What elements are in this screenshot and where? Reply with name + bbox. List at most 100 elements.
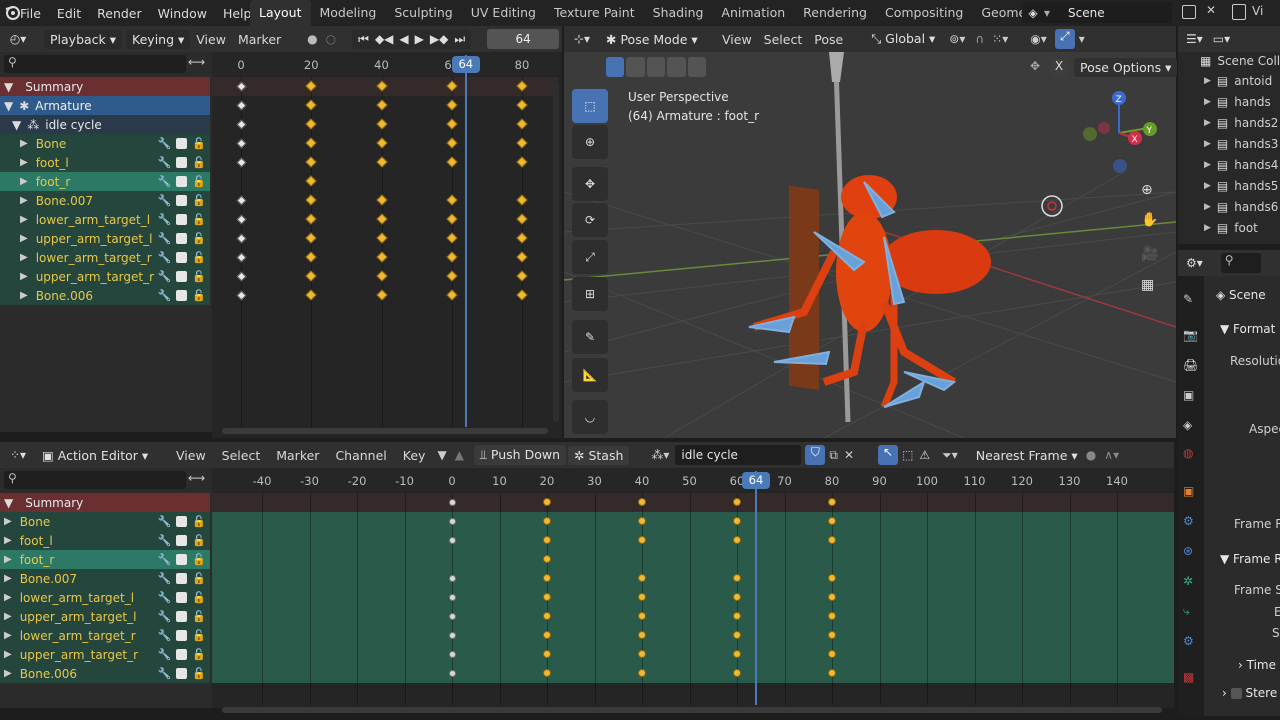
top-v-scrollbar[interactable] xyxy=(553,82,559,422)
unlink-action-icon[interactable]: ✕ xyxy=(844,448,854,462)
channel-row[interactable]: ▶ foot_l 🔧 🔓 xyxy=(0,153,210,172)
wrench-icon[interactable]: 🔧 xyxy=(158,251,172,264)
channel-row[interactable]: ▶ upper_arm_target_l 🔧 🔓 xyxy=(0,607,210,626)
bottom-h-scrollbar[interactable] xyxy=(222,707,1162,713)
keyframe[interactable] xyxy=(543,555,551,563)
keyframe[interactable] xyxy=(733,650,741,658)
editor-type-3d-icon[interactable]: ⊹▾ xyxy=(564,32,600,46)
keyframe[interactable] xyxy=(543,498,551,506)
play-icon[interactable]: ▶ xyxy=(415,32,424,47)
format-panel-header[interactable]: ▼ Format xyxy=(1220,322,1275,336)
wrench-icon[interactable]: 🔧 xyxy=(158,572,172,585)
filter-icon[interactable]: ⏷▾ xyxy=(942,448,958,463)
channel-row[interactable]: ▶ Bone 🔧 🔓 xyxy=(0,512,210,531)
ae-marker-menu[interactable]: Marker xyxy=(270,448,325,463)
wrench-icon[interactable]: 🔧 xyxy=(158,515,172,528)
expand-arrow-icon[interactable]: ▶ xyxy=(4,630,12,641)
tab-uv-editing[interactable]: UV Editing xyxy=(462,0,545,26)
ae-view-menu[interactable]: View xyxy=(170,448,212,463)
texture-tab-icon[interactable]: ▩ xyxy=(1183,670,1194,684)
select-invert-icon[interactable] xyxy=(667,57,686,77)
keyframe[interactable] xyxy=(733,536,741,544)
pivot-icon[interactable]: ⊚▾ xyxy=(949,32,965,46)
physics-tab-icon[interactable]: ✲ xyxy=(1183,574,1193,588)
ae-channel-menu[interactable]: Channel xyxy=(329,448,392,463)
select-new-icon[interactable] xyxy=(606,57,625,77)
keyframe[interactable] xyxy=(448,631,456,639)
keyframe[interactable] xyxy=(733,612,741,620)
expand-arrow-icon[interactable]: ▶ xyxy=(20,195,28,206)
expand-arrow-icon[interactable]: ▶ xyxy=(1204,139,1211,149)
close-scene-icon[interactable]: ✕ xyxy=(1206,3,1216,17)
checkbox-icon[interactable] xyxy=(176,592,188,603)
wrench-icon[interactable]: 🔧 xyxy=(158,289,172,302)
jump-start-icon[interactable]: ⏮ xyxy=(358,32,369,47)
snap-icon[interactable]: ∩ xyxy=(975,32,984,46)
current-frame-field[interactable]: 64 xyxy=(487,29,560,49)
output-tab-icon[interactable]: 🖨 xyxy=(1183,358,1198,372)
object-tab-icon[interactable]: ▣ xyxy=(1183,484,1194,498)
expand-arrow-icon[interactable]: ▶ xyxy=(4,516,12,527)
keyframe[interactable] xyxy=(543,593,551,601)
expand-arrow-icon[interactable]: ▶ xyxy=(20,290,28,301)
lock-icon[interactable]: 🔓 xyxy=(192,553,206,566)
tab-animation[interactable]: Animation xyxy=(712,0,794,26)
top-armature-row[interactable]: ▼ ✱ Armature xyxy=(0,96,210,115)
select-extend-icon[interactable] xyxy=(626,57,645,77)
lock-icon[interactable]: 🔓 xyxy=(192,270,206,283)
expand-arrow-icon[interactable]: ▶ xyxy=(4,649,12,660)
keyframe[interactable] xyxy=(543,631,551,639)
wrench-icon[interactable]: 🔧 xyxy=(158,553,172,566)
top-action-row[interactable]: ▼ ⁂ idle cycle xyxy=(0,115,210,134)
tool-relax[interactable]: ◡ xyxy=(572,400,608,434)
lock-icon[interactable]: 🔓 xyxy=(192,232,206,245)
keyframe[interactable] xyxy=(733,517,741,525)
keyframe[interactable] xyxy=(543,650,551,658)
expand-arrow-icon[interactable]: ▶ xyxy=(4,611,12,622)
lock-icon[interactable]: 🔓 xyxy=(192,137,206,150)
keyframe[interactable] xyxy=(828,536,836,544)
view-layer-icon[interactable] xyxy=(1232,4,1246,20)
tool-move[interactable]: ✥ xyxy=(572,167,608,201)
outliner-item[interactable]: ▶ ▤ hands5 xyxy=(1204,175,1278,196)
bottom-search-bar[interactable]: ⚲ xyxy=(4,471,186,489)
keyframe[interactable] xyxy=(638,650,646,658)
tab-layout[interactable]: Layout xyxy=(250,0,311,26)
falloff-icon[interactable]: ∧▾ xyxy=(1104,448,1119,462)
channel-row[interactable]: ▶ lower_arm_target_l 🔧 🔓 xyxy=(0,588,210,607)
record-icon[interactable]: ● xyxy=(307,32,317,46)
wrench-icon[interactable]: 🔧 xyxy=(158,629,172,642)
bottom-summary-row[interactable]: ▼ Summary xyxy=(0,493,210,512)
timeline-marker-menu[interactable]: Marker xyxy=(232,32,287,47)
wrench-icon[interactable]: 🔧 xyxy=(158,591,172,604)
keyframe[interactable] xyxy=(828,669,836,677)
ae-select-menu[interactable]: Select xyxy=(216,448,267,463)
time-stretching-header[interactable]: › Time xyxy=(1238,658,1276,672)
keyframe[interactable] xyxy=(638,612,646,620)
expand-arrow-icon[interactable]: ▶ xyxy=(1204,97,1211,107)
expand-arrow-icon[interactable]: ▶ xyxy=(4,592,12,603)
expand-arrow-icon[interactable]: ▶ xyxy=(20,252,28,263)
keyframe[interactable] xyxy=(638,669,646,677)
outliner-item[interactable]: ▶ ▤ antoid xyxy=(1204,70,1272,91)
playhead-line[interactable] xyxy=(464,55,467,427)
lock-icon[interactable]: 🔓 xyxy=(192,591,206,604)
expand-arrow-icon[interactable]: ▶ xyxy=(20,233,28,244)
expand-arrow-icon[interactable]: ▶ xyxy=(20,138,28,149)
tab-rendering[interactable]: Rendering xyxy=(794,0,876,26)
pan-hand-icon[interactable]: ✋ xyxy=(1141,212,1158,228)
scene-tab-icon[interactable]: ◈ xyxy=(1183,418,1192,432)
keyframe[interactable] xyxy=(733,593,741,601)
playhead-frame-indicator[interactable]: 64 xyxy=(742,472,770,489)
expand-arrow-icon[interactable]: ▶ xyxy=(4,573,12,584)
outliner-scene-collection[interactable]: ▦Scene Colle xyxy=(1200,50,1280,71)
tab-sculpting[interactable]: Sculpting xyxy=(385,0,461,26)
next-keyframe-icon[interactable]: ▶◆ xyxy=(430,32,448,47)
mode-dropdown[interactable]: ▣ Action Editor ▾ xyxy=(36,445,164,465)
keyframe[interactable] xyxy=(828,498,836,506)
wrench-icon[interactable]: 🔧 xyxy=(158,137,172,150)
keyframe[interactable] xyxy=(638,631,646,639)
expand-arrow-icon[interactable]: ▶ xyxy=(20,214,28,225)
keyframe[interactable] xyxy=(638,498,646,506)
expand-arrow-icon[interactable]: ▶ xyxy=(20,157,28,168)
